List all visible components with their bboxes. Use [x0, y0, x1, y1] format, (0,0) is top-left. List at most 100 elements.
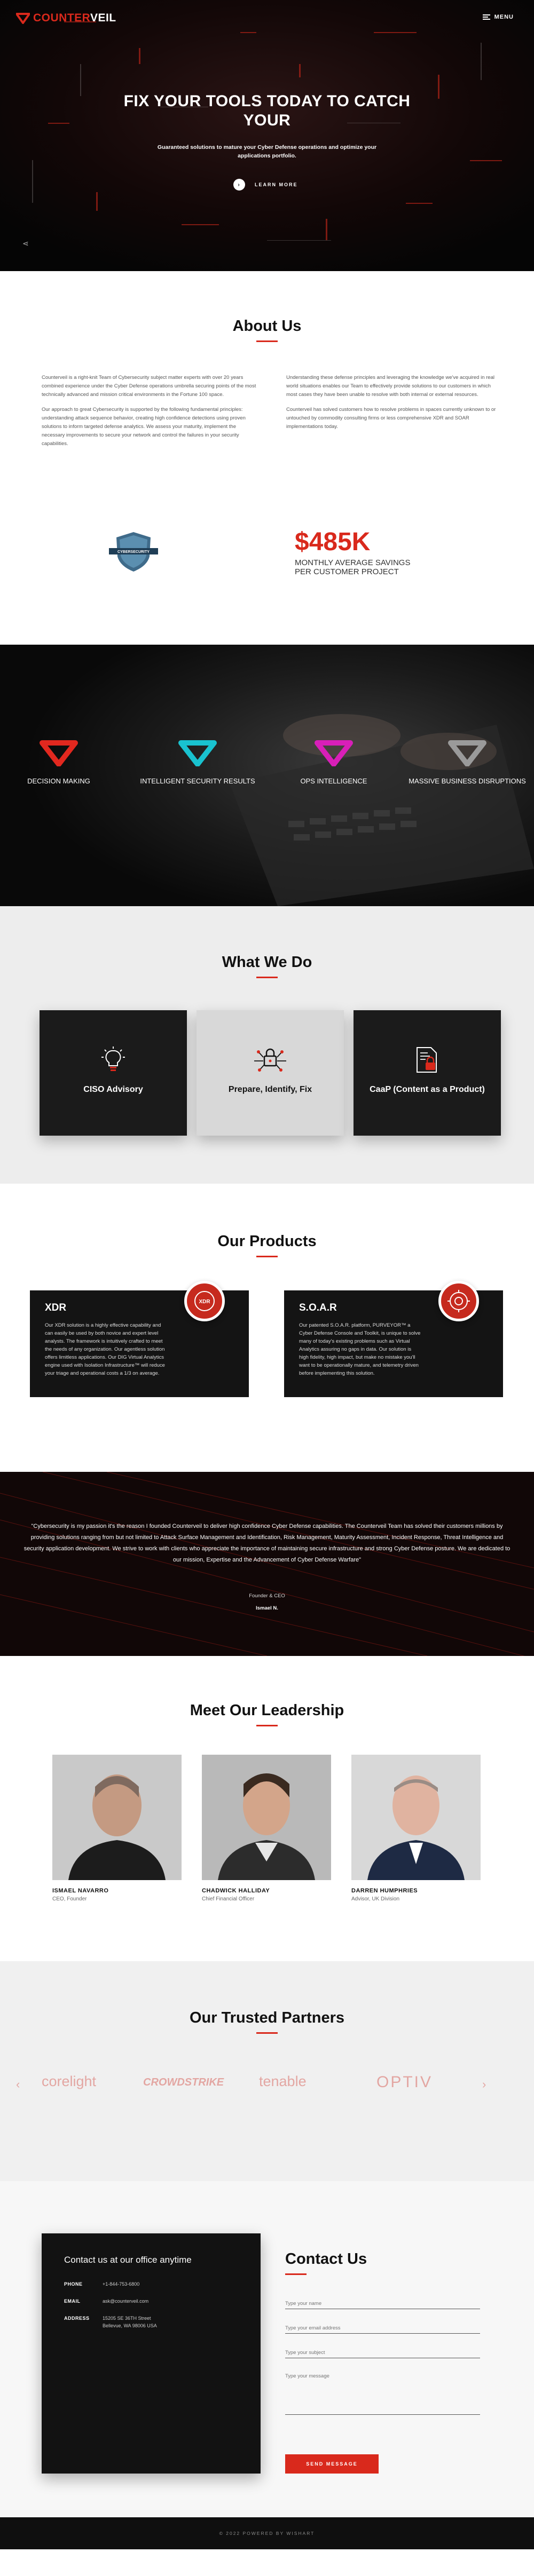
leadership-title: Meet Our Leadership [190, 1702, 344, 1719]
banner-item-intelligent-security: INTELLIGENT SECURITY RESULTS [134, 740, 262, 785]
service-card-caap[interactable]: CaaP (Content as a Product) [354, 1010, 501, 1136]
banner-item-ops-intelligence: OPS INTELLIGENCE [291, 740, 376, 785]
product-card-xdr[interactable]: XDR Our XDR solution is a highly effecti… [30, 1281, 249, 1397]
partner-logos: ‹ corelight CROWDSTRIKE tenable OPTIV › [0, 2073, 534, 2100]
logo-text: COUNTERVEIL [33, 12, 116, 24]
partner-logo-optiv[interactable]: OPTIV [376, 2073, 433, 2091]
contact-address: 15205 SE 36TH Street Bellevue, WA 98006 … [103, 2316, 157, 2328]
cybersecurity-badge-icon: CYBERSECURITY [109, 532, 158, 572]
quote-author: Ismael N. [256, 1605, 278, 1611]
hero-section: COUNTERVEIL MENU FIX YOUR TOOLS TODAY TO… [0, 0, 534, 271]
contact-section: Contact us at our office anytime PHONE +… [0, 2181, 534, 2517]
leader-role: Advisor, UK Division [351, 1896, 400, 1902]
partners-section: Our Trusted Partners ‹ corelight CROWDST… [0, 1961, 534, 2181]
service-cards: CISO Advisory Prepare, Identify, Fix Caa… [40, 1010, 501, 1136]
service-card-label: CaaP (Content as a Product) [370, 1085, 485, 1094]
network-lock-icon [254, 1048, 286, 1072]
send-message-button[interactable]: SEND MESSAGE [285, 2454, 379, 2474]
banner-item-decision-making: DECISION MAKING [16, 740, 101, 785]
leader-role: CEO, Founder [52, 1896, 87, 1902]
subject-input[interactable] [285, 2348, 480, 2358]
carousel-next-arrow-icon[interactable]: › [482, 2078, 486, 2091]
title-underline [285, 2273, 307, 2275]
products-section: Our Products XDR Our XDR solution is a h… [0, 1184, 534, 1472]
product-description: Our XDR solution is a highly effective c… [45, 1322, 165, 1376]
contact-box-title: Contact us at our office anytime [64, 2255, 192, 2265]
savings-value: $485K [295, 528, 371, 556]
about-paragraph: Counterveil is a right-knit Team of Cybe… [42, 375, 256, 398]
quote-role: Founder & CEO [249, 1593, 285, 1599]
menu-button[interactable]: MENU [482, 14, 514, 20]
leadership-section: Meet Our Leadership ISMAEL NAVARRO CEO, … [0, 1656, 534, 1961]
leader-photo [202, 1755, 331, 1880]
footer-copyright: © 2022 POWERED BY WISHART [219, 2531, 315, 2536]
contact-phone[interactable]: +1-844-753-6800 [103, 2280, 139, 2288]
carousel-prev-arrow-icon[interactable]: ‹ [16, 2078, 20, 2091]
email-input[interactable] [285, 2323, 480, 2334]
intelligent-security-icon [178, 740, 217, 766]
lightbulb-icon [101, 1047, 125, 1071]
about-title: About Us [232, 318, 302, 335]
business-disruptions-icon [448, 740, 486, 766]
service-card-label: CISO Advisory [83, 1085, 143, 1094]
name-input[interactable] [285, 2298, 480, 2309]
title-underline [256, 1725, 278, 1726]
leader-card[interactable]: CHADWICK HALLIDAY Chief Financial Office… [202, 1755, 331, 1902]
document-lock-icon [417, 1047, 437, 1073]
founder-quote-section: "Cybersecurity is my passion it's the re… [0, 1472, 534, 1656]
learn-more-button[interactable]: › LEARN MORE [233, 179, 298, 191]
about-paragraph: Our approach to great Cybersecurity is s… [42, 407, 246, 447]
contact-title: Contact Us [285, 2250, 367, 2268]
hero-background [0, 0, 534, 271]
leader-name: DARREN HUMPHRIES [351, 1888, 418, 1894]
hamburger-icon [482, 14, 490, 20]
title-underline [256, 1256, 278, 1257]
service-card-prepare[interactable]: Prepare, Identify, Fix [197, 1010, 344, 1136]
contact-email[interactable]: ask@counterveil.com [103, 2297, 148, 2305]
title-underline [256, 2032, 278, 2034]
site-logo[interactable]: COUNTERVEIL [16, 12, 116, 25]
leader-photo [351, 1755, 481, 1880]
svg-text:XDR: XDR [199, 1299, 210, 1305]
message-textarea[interactable] [285, 2371, 480, 2415]
arrow-right-icon: › [233, 179, 245, 191]
about-column-left: Counterveil is a right-knit Team of Cybe… [42, 374, 258, 455]
svg-text:CYBERSECURITY: CYBERSECURITY [117, 550, 150, 554]
capabilities-banner: DECISION MAKING INTELLIGENT SECURITY RES… [0, 645, 534, 906]
leader-name: ISMAEL NAVARRO [52, 1888, 109, 1894]
top-nav: COUNTERVEIL MENU [0, 12, 534, 28]
partner-logo-tenable[interactable]: tenable [259, 2073, 307, 2090]
service-card-ciso[interactable]: CISO Advisory [40, 1010, 187, 1136]
about-paragraph: Counterveil has solved customers how to … [286, 407, 496, 430]
leader-card[interactable]: DARREN HUMPHRIES Advisor, UK Division [351, 1755, 481, 1902]
product-description: Our patented S.O.A.R. platform, PURVEYOR… [299, 1322, 421, 1376]
leader-photo [52, 1755, 182, 1880]
banner-item-business-disruptions: MASSIVE BUSINESS DISRUPTIONS [406, 740, 529, 785]
about-columns: Counterveil is a right-knit Team of Cybe… [42, 374, 503, 455]
partner-logo-corelight[interactable]: corelight [42, 2073, 96, 2090]
counterveil-logo-icon [16, 13, 30, 24]
contact-email-row: EMAIL ask@counterveil.com [64, 2297, 149, 2305]
learn-more-label: LEARN MORE [255, 182, 298, 187]
leader-name: CHADWICK HALLIDAY [202, 1888, 270, 1894]
share-icon[interactable]: ⋖ [22, 239, 29, 248]
product-card-soar[interactable]: S.O.A.R Our patented S.O.A.R. platform, … [284, 1281, 503, 1397]
soar-icon [438, 1281, 479, 1321]
title-underline [256, 977, 278, 978]
ops-intelligence-icon [315, 740, 353, 766]
leader-card[interactable]: ISMAEL NAVARRO CEO, Founder [52, 1755, 182, 1902]
title-underline [256, 340, 278, 342]
contact-address-row: ADDRESS 15205 SE 36TH Street Bellevue, W… [64, 2315, 238, 2329]
contact-info-box: Contact us at our office anytime PHONE +… [42, 2233, 261, 2474]
leader-role: Chief Financial Officer [202, 1896, 255, 1902]
what-we-do-title: What We Do [222, 954, 312, 971]
products-title: Our Products [217, 1233, 317, 1250]
partner-logo-crowdstrike[interactable]: CROWDSTRIKE [143, 2076, 224, 2089]
about-paragraph: Understanding these defense principles a… [286, 375, 494, 398]
decision-making-icon [40, 740, 78, 766]
site-footer: © 2022 POWERED BY WISHART [0, 2517, 534, 2549]
what-we-do-section: What We Do CISO Advisory Prepare, Identi… [0, 906, 534, 1184]
menu-label: MENU [494, 14, 514, 20]
partners-title: Our Trusted Partners [189, 2009, 345, 2026]
about-column-right: Understanding these defense principles a… [286, 374, 503, 455]
